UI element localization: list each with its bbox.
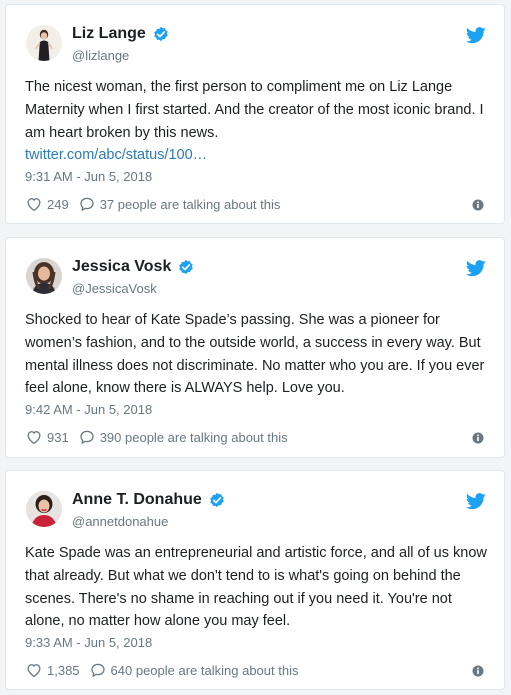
like-count: 1,385	[47, 662, 80, 678]
info-icon[interactable]	[472, 665, 484, 677]
avatar[interactable]	[26, 491, 62, 527]
person-avatar-icon	[26, 25, 62, 61]
twitter-bird-icon[interactable]	[466, 260, 486, 277]
avatar[interactable]	[26, 25, 62, 61]
tweet-actions: 249 37 people are talking about this	[25, 195, 280, 213]
author-handle[interactable]: @JessicaVosk	[72, 281, 157, 296]
tweet-actions: 931 390 people are talking about this	[25, 428, 288, 446]
reply-count: 390 people are talking about this	[99, 429, 288, 445]
speech-bubble-icon	[80, 197, 94, 211]
info-icon[interactable]	[472, 199, 484, 211]
tweet-body: Kate Spade was an entrepreneurial and ar…	[25, 545, 487, 630]
reply-button[interactable]: 37 people are talking about this	[78, 195, 281, 213]
author-handle[interactable]: @lizlange	[72, 48, 129, 63]
heart-icon	[27, 431, 41, 445]
tweet-text: The nicest woman, the first person to co…	[25, 76, 495, 167]
like-count: 249	[47, 196, 69, 212]
author-name[interactable]: Jessica Vosk	[72, 258, 171, 276]
tweet-text: Kate Spade was an entrepreneurial and ar…	[25, 542, 495, 633]
tweet-card: Jessica Vosk @JessicaVosk Shocked to hea…	[5, 237, 505, 458]
tweet-timestamp[interactable]: 9:33 AM - Jun 5, 2018	[25, 635, 152, 650]
tweet-actions: 1,385 640 people are talking about this	[25, 661, 298, 679]
author-row: Jessica Vosk	[72, 258, 195, 276]
author-name[interactable]: Liz Lange	[72, 25, 146, 43]
verified-badge-icon	[210, 492, 224, 508]
tweet-timestamp[interactable]: 9:31 AM - Jun 5, 2018	[25, 169, 152, 184]
author-handle[interactable]: @annetdonahue	[72, 514, 168, 529]
heart-icon	[27, 664, 41, 678]
author-row: Liz Lange	[72, 25, 170, 43]
like-button[interactable]: 931	[25, 428, 69, 446]
tweet-timestamp[interactable]: 9:42 AM - Jun 5, 2018	[25, 402, 152, 417]
tweet-card: Liz Lange @lizlange The nicest woman, th…	[5, 4, 505, 224]
verified-badge-icon	[154, 26, 168, 42]
tweet-text: Shocked to hear of Kate Spade’s passing.…	[25, 309, 495, 400]
like-button[interactable]: 249	[25, 195, 69, 213]
person-avatar-icon	[26, 491, 62, 527]
heart-icon	[27, 198, 41, 212]
info-icon[interactable]	[472, 432, 484, 444]
tweet-body: The nicest woman, the first person to co…	[25, 79, 484, 141]
tweet-card: Anne T. Donahue @annetdonahue Kate Spade…	[5, 470, 505, 690]
like-count: 931	[47, 429, 69, 445]
author-row: Anne T. Donahue	[72, 491, 226, 509]
verified-badge-icon	[179, 259, 194, 275]
avatar[interactable]	[26, 258, 62, 294]
reply-count: 640 people are talking about this	[110, 662, 299, 678]
like-button[interactable]: 1,385	[25, 661, 80, 679]
tweet-body: Shocked to hear of Kate Spade’s passing.…	[25, 312, 485, 397]
tweet-link[interactable]: twitter.com/abc/status/100…	[25, 144, 495, 167]
speech-bubble-icon	[80, 430, 94, 444]
reply-button[interactable]: 640 people are talking about this	[89, 661, 299, 679]
author-name[interactable]: Anne T. Donahue	[72, 491, 202, 509]
twitter-bird-icon[interactable]	[466, 27, 486, 44]
reply-button[interactable]: 390 people are talking about this	[78, 428, 288, 446]
speech-bubble-icon	[90, 663, 105, 677]
twitter-bird-icon[interactable]	[466, 493, 486, 510]
person-avatar-icon	[26, 258, 62, 294]
reply-count: 37 people are talking about this	[99, 196, 281, 212]
